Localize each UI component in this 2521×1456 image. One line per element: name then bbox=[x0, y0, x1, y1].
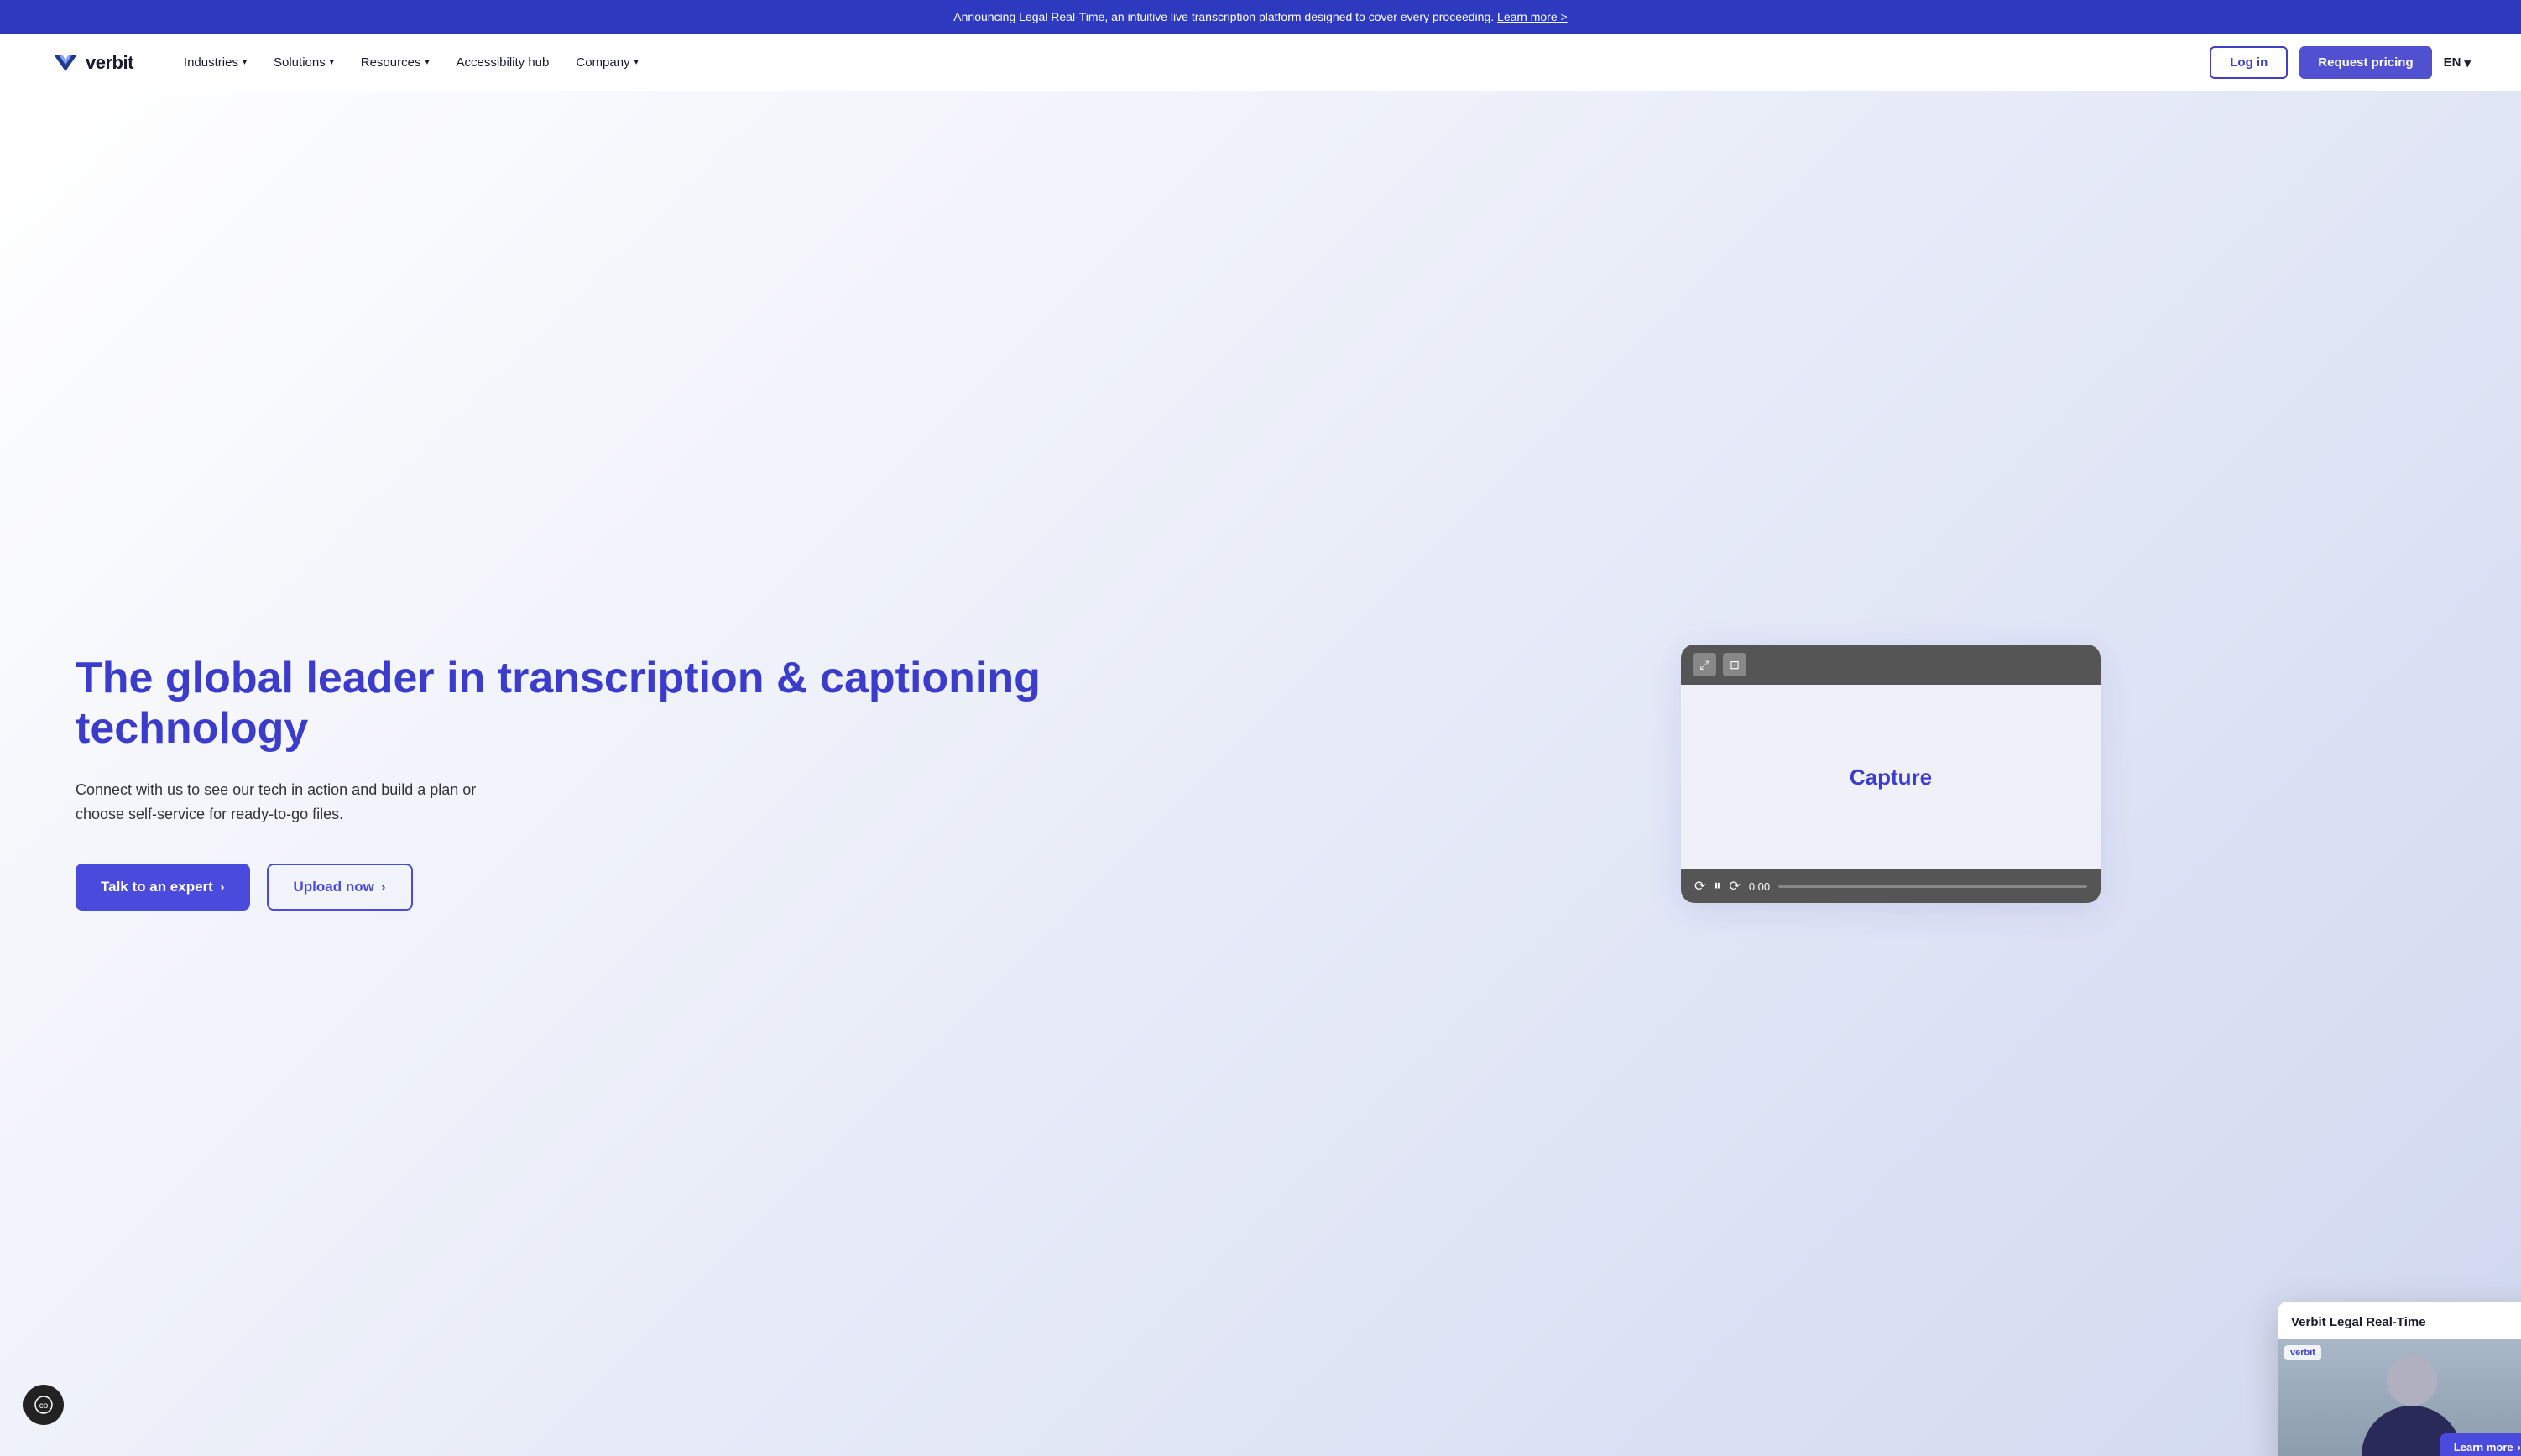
login-button[interactable]: Log in bbox=[2210, 46, 2288, 79]
hero-section: The global leader in transcription & cap… bbox=[0, 91, 2521, 1456]
popup-header: Verbit Legal Real-Time × bbox=[2278, 1302, 2521, 1339]
nav-item-solutions[interactable]: Solutions ▾ bbox=[274, 55, 334, 70]
popup-title: Verbit Legal Real-Time bbox=[2291, 1315, 2426, 1329]
capture-label: Capture bbox=[1850, 765, 1932, 791]
expand-icon[interactable]: ⤢ bbox=[1693, 653, 1716, 676]
picture-in-picture-icon[interactable]: ⊡ bbox=[1723, 653, 1746, 676]
rewind-button[interactable]: ⟳ bbox=[1694, 878, 1705, 895]
hero-subtitle: Connect with us to see our tech in actio… bbox=[76, 778, 478, 827]
popup-learn-more-button[interactable]: Learn more › bbox=[2440, 1433, 2521, 1456]
hero-left: The global leader in transcription & cap… bbox=[0, 91, 1260, 1456]
nav-links: Industries ▾ Solutions ▾ Resources ▾ Acc… bbox=[184, 55, 2210, 70]
arrow-icon: › bbox=[2518, 1441, 2521, 1453]
top-banner: Announcing Legal Real-Time, an intuitive… bbox=[0, 0, 2521, 34]
chevron-down-icon: ▾ bbox=[425, 58, 429, 67]
nav-item-industries[interactable]: Industries ▾ bbox=[184, 55, 247, 70]
logo-icon bbox=[50, 48, 81, 78]
nav-item-accessibility-hub[interactable]: Accessibility hub bbox=[456, 55, 549, 70]
arrow-icon: › bbox=[381, 879, 386, 895]
talk-to-expert-button[interactable]: Talk to an expert › bbox=[76, 864, 250, 911]
progress-bar[interactable] bbox=[1778, 885, 2087, 888]
chevron-down-icon: ▾ bbox=[634, 58, 639, 67]
popup-card: Verbit Legal Real-Time × verbit Learn mo… bbox=[2278, 1302, 2521, 1456]
popup-thumbnail: verbit Learn more › bbox=[2278, 1339, 2521, 1456]
hero-title: The global leader in transcription & cap… bbox=[76, 654, 1210, 754]
time-display: 0:00 bbox=[1749, 880, 1770, 893]
chat-icon-button[interactable]: co bbox=[23, 1385, 64, 1425]
navbar: verbit Industries ▾ Solutions ▾ Resource… bbox=[0, 34, 2521, 91]
request-pricing-button[interactable]: Request pricing bbox=[2299, 46, 2431, 79]
video-player-card: ⤢ ⊡ Capture ⟳ ⏸ ⟳ 0:00 bbox=[1681, 645, 2101, 903]
arrow-icon: › bbox=[220, 879, 225, 895]
hero-buttons: Talk to an expert › Upload now › bbox=[76, 864, 1210, 911]
upload-now-button[interactable]: Upload now › bbox=[267, 864, 413, 911]
banner-text: Announcing Legal Real-Time, an intuitive… bbox=[953, 10, 1494, 23]
language-selector[interactable]: EN ▾ bbox=[2444, 55, 2471, 70]
chevron-down-icon: ▾ bbox=[243, 58, 247, 67]
chat-icon: co bbox=[34, 1395, 54, 1415]
chevron-down-icon: ▾ bbox=[2464, 55, 2471, 70]
video-toolbar: ⤢ ⊡ bbox=[1681, 645, 2101, 685]
svg-text:co: co bbox=[39, 1401, 49, 1411]
banner-link[interactable]: Learn more > bbox=[1497, 10, 1568, 23]
video-content: Capture bbox=[1681, 685, 2101, 869]
logo-text: verbit bbox=[86, 52, 133, 74]
nav-actions: Log in Request pricing EN ▾ bbox=[2210, 46, 2471, 79]
logo[interactable]: verbit bbox=[50, 48, 133, 78]
pause-button[interactable]: ⏸ bbox=[1714, 879, 1720, 894]
nav-item-company[interactable]: Company ▾ bbox=[576, 55, 638, 70]
video-controls: ⟳ ⏸ ⟳ 0:00 bbox=[1681, 869, 2101, 903]
popup-watermark: verbit bbox=[2284, 1345, 2321, 1360]
nav-item-resources[interactable]: Resources ▾ bbox=[361, 55, 430, 70]
hero-right: ⤢ ⊡ Capture ⟳ ⏸ ⟳ 0:00 Verbit Legal Real… bbox=[1260, 91, 2521, 1456]
chevron-down-icon: ▾ bbox=[330, 58, 334, 67]
fast-forward-button[interactable]: ⟳ bbox=[1729, 878, 1740, 895]
